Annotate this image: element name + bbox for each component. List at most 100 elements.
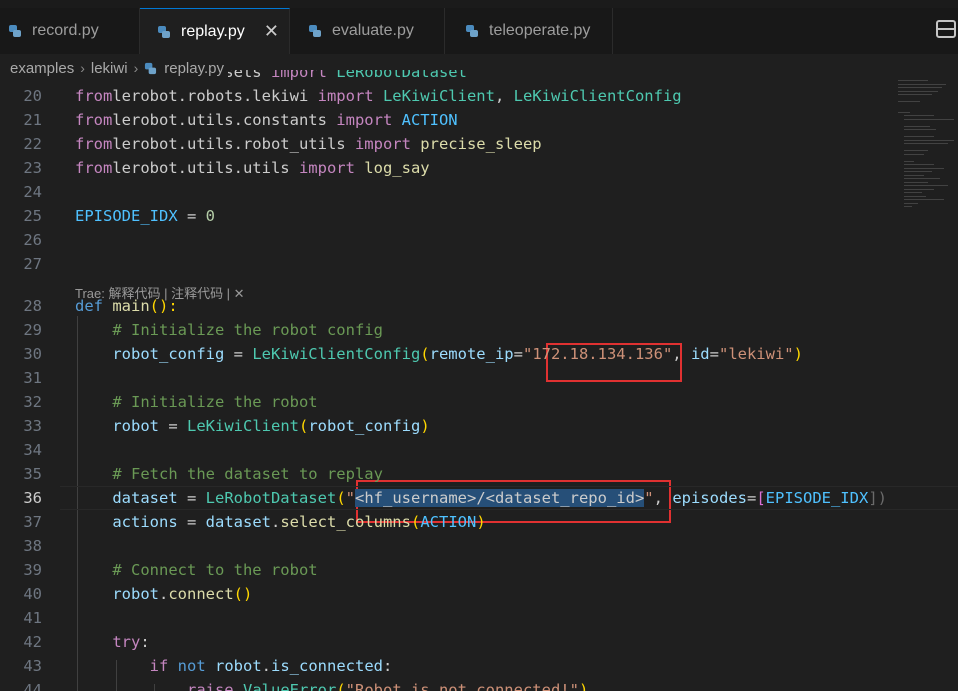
code-token: from (75, 159, 113, 177)
code-token: robot (112, 585, 159, 603)
code-line[interactable]: 27 (0, 252, 958, 276)
line-number: 26 (23, 231, 42, 249)
code-line[interactable]: 20 fromlerobot.robots.lekiwi import LeKiw… (0, 84, 958, 108)
line-number: 36 (23, 489, 42, 507)
code-text: robot = LeKiwiClient(robot_config) (75, 414, 430, 438)
minimap-line (904, 192, 922, 193)
code-line[interactable]: 34 (0, 438, 958, 462)
tab-teleoperate-py[interactable]: teleoperate.py (445, 8, 613, 54)
code-token: LeKiwiClient (373, 87, 495, 105)
code-token: ]) (868, 489, 887, 507)
line-number: 23 (23, 159, 42, 177)
code-token: LeKiwiClientConfig (252, 345, 421, 363)
code-token: () (233, 585, 253, 603)
code-token: ) (793, 345, 803, 363)
split-editor-icon[interactable] (936, 20, 956, 38)
code-line[interactable]: 39 # Connect to the robot (0, 558, 958, 582)
python-file-icon (466, 25, 478, 37)
code-token: robot_config (308, 417, 421, 435)
code-text: # Initialize the robot config (75, 318, 383, 342)
line-number: 31 (23, 369, 42, 387)
code-line[interactable]: 37 actions = dataset.select_columns(ACTI… (0, 510, 958, 534)
code-line[interactable]: 22 fromlerobot.utils.robot_utils import p… (0, 132, 958, 156)
line-number: 40 (23, 585, 42, 603)
code-editor[interactable]: Trae: 解释代码 | 注释代码 | ✕ 19fromlerobot.data… (0, 70, 958, 691)
line-number: 30 (23, 345, 42, 363)
code-token: : (383, 657, 393, 675)
line-number: 22 (23, 135, 42, 153)
code-token: = (513, 345, 523, 363)
minimap-line (898, 111, 910, 113)
code-token: "172.18.134.136" (522, 345, 673, 363)
code-line[interactable]: 24 (0, 180, 958, 204)
line-number: 20 (23, 87, 42, 105)
code-line[interactable]: 21 fromlerobot.utils.constants import ACT… (0, 108, 958, 132)
code-token: lerobot.utils.robot_utils (112, 135, 355, 153)
code-token: dataset (205, 513, 271, 531)
minimap-line (904, 136, 934, 137)
code-token: = (177, 513, 206, 531)
code-token: [ (756, 489, 766, 507)
code-token: if (149, 657, 169, 675)
code-token: main (103, 297, 150, 315)
code-token: = (746, 489, 757, 507)
minimap-line (904, 202, 918, 204)
tab-replay-py[interactable]: replay.py ✕ (140, 8, 290, 54)
tab-record-py[interactable]: record.py (0, 8, 140, 54)
code-line[interactable]: 40 robot.connect() (0, 582, 958, 606)
code-line[interactable]: 43 if not robot.is_connected: (0, 654, 958, 678)
line-number: 33 (23, 417, 42, 435)
code-line[interactable]: 44 raise ValueError("Robot is not connec… (0, 678, 958, 691)
code-line[interactable]: 33 robot = LeKiwiClient(robot_config) (0, 414, 958, 438)
chevron-right-icon: › (133, 60, 139, 76)
tab-label: evaluate.py (332, 22, 414, 39)
code-token: raise (186, 681, 234, 691)
code-text: fromlerobot.utils.utils import log_say (75, 156, 430, 180)
code-text: raise ValueError("Robot is not connected… (75, 678, 588, 691)
code-token: lerobot.utils.utils (112, 159, 299, 177)
breadcrumb-file-replay[interactable]: replay.py (164, 60, 224, 77)
code-text: if not robot.is_connected: (75, 654, 393, 678)
code-token: "lekiwi" (718, 345, 794, 363)
breadcrumb-folder-examples[interactable]: examples (10, 60, 74, 77)
minimap-line (898, 83, 946, 85)
line-number: 28 (23, 297, 42, 315)
code-token: " (345, 489, 355, 507)
line-number: 43 (23, 657, 42, 675)
code-token: robot_config (112, 345, 225, 363)
code-line[interactable]: 25 EPISODE_IDX = 0 (0, 204, 958, 228)
code-token: , (672, 345, 691, 363)
breadcrumb-folder-lekiwi[interactable]: lekiwi (91, 60, 128, 77)
code-line[interactable]: 42 try: (0, 630, 958, 654)
code-token: ( (336, 681, 346, 691)
code-line[interactable]: 36 dataset = LeRobotDataset("<hf_usernam… (0, 486, 958, 510)
code-line[interactable]: 28 def main(): (0, 294, 958, 318)
code-line[interactable]: 30 robot_config = LeKiwiClientConfig(rem… (0, 342, 958, 366)
code-text: # Fetch the dataset to replay (75, 462, 383, 486)
code-line[interactable]: 35 # Fetch the dataset to replay (0, 462, 958, 486)
code-token: import (336, 111, 393, 129)
code-line[interactable]: 38 (0, 534, 958, 558)
code-text: dataset = LeRobotDataset("<hf_username>/… (75, 486, 887, 510)
tab-evaluate-py[interactable]: evaluate.py (290, 8, 445, 54)
code-token: dataset (112, 489, 178, 507)
code-line[interactable]: 32 # Initialize the robot (0, 390, 958, 414)
code-token: from (75, 111, 113, 129)
code-token: ) (420, 417, 430, 435)
code-token: ACTION (392, 111, 458, 129)
code-line[interactable]: 26 (0, 228, 958, 252)
code-line[interactable]: 29 # Initialize the robot config (0, 318, 958, 342)
close-icon[interactable]: ✕ (264, 21, 279, 42)
python-file-icon (158, 25, 170, 38)
code-line[interactable]: 41 (0, 606, 958, 630)
code-token: is_connected (271, 657, 383, 675)
code-line[interactable]: 23 fromlerobot.utils.utils import log_say (0, 156, 958, 180)
code-token: ( (410, 513, 421, 531)
minimap[interactable] (898, 80, 954, 220)
code-line[interactable]: 31 (0, 366, 958, 390)
